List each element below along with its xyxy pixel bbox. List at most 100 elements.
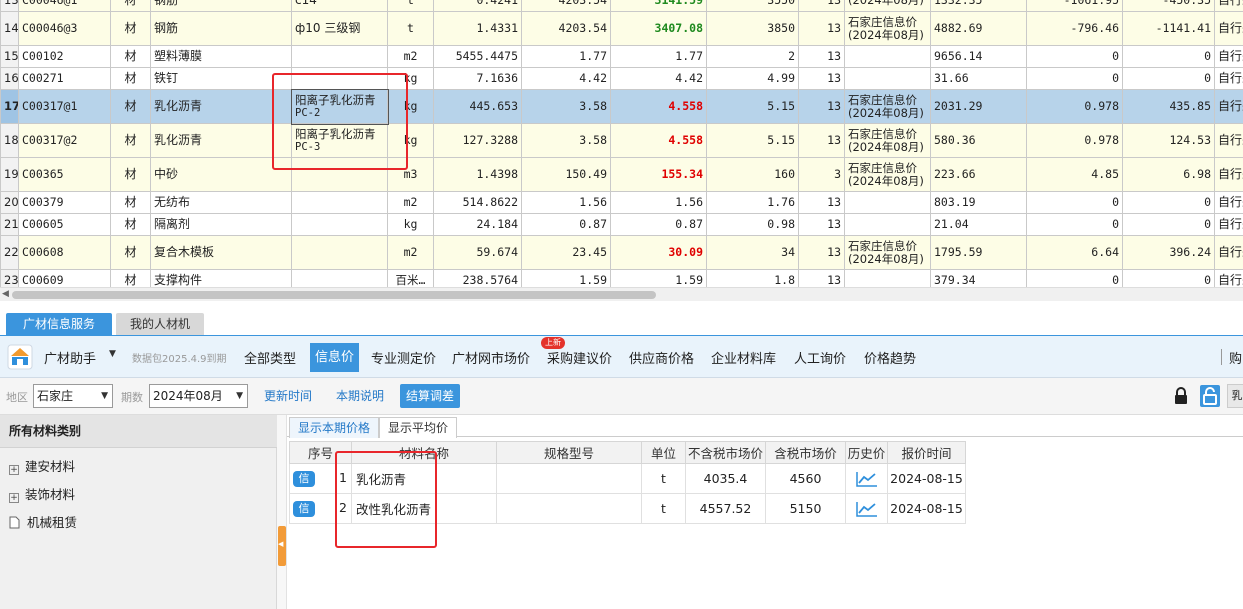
row-number[interactable]: 17	[0, 89, 19, 124]
market-total[interactable]: 9656.14	[930, 45, 1027, 68]
price-source[interactable]: (2024年08月)	[844, 0, 931, 12]
market-total[interactable]: 1332.35	[930, 0, 1027, 12]
tax-inclusive-price[interactable]: 0.98	[706, 213, 799, 236]
result-price-ex[interactable]: 4557.52	[685, 493, 766, 524]
difference-total[interactable]: 0	[1122, 45, 1215, 68]
material-quantity[interactable]: 1.4331	[433, 11, 522, 46]
material-code[interactable]: C00046@3	[18, 11, 111, 46]
material-code[interactable]: C00365	[18, 157, 111, 192]
market-price[interactable]: 1.56	[610, 191, 707, 214]
market-total[interactable]: 2031.29	[930, 89, 1027, 124]
price-difference[interactable]: 0	[1026, 213, 1123, 236]
material-code[interactable]: C00317@1	[18, 89, 111, 124]
material-unit[interactable]: 百米…	[387, 269, 434, 287]
material-code[interactable]: C00609	[18, 269, 111, 287]
market-price[interactable]: 4.42	[610, 67, 707, 90]
tax-rate[interactable]: 13	[798, 235, 845, 270]
price-difference[interactable]: 4.85	[1026, 157, 1123, 192]
material-quantity[interactable]: 5455.4475	[433, 45, 522, 68]
tax-rate[interactable]: 13	[798, 89, 845, 124]
table-row[interactable]: 22 C00608 材复合木模板 m2 59.674 23.45 30.09 34 13 石家庄信…	[0, 235, 1243, 270]
nav-purchase-price[interactable]: 采购建议价	[547, 348, 612, 367]
material-name[interactable]: 中砂	[150, 157, 292, 192]
table-row[interactable]: 21 C00605 材隔离剂 kg 24.184 0.87 0.87 0.98 13 21.04 0…	[0, 213, 1243, 236]
settle-adjust-button[interactable]: 结算调差	[400, 384, 461, 408]
tax-rate[interactable]: 13	[798, 67, 845, 90]
price-source[interactable]	[844, 67, 931, 90]
material-unit[interactable]: t	[387, 11, 434, 46]
brand-dropdown-icon[interactable]: ▼	[109, 349, 116, 359]
table-row[interactable]: 18 C00317@2 材乳化沥青 阳离子乳化沥青 PC-3 kg 127.3288 3.58…	[0, 123, 1243, 158]
difference-total[interactable]: 396.24	[1122, 235, 1215, 270]
material-type[interactable]: 材	[110, 191, 151, 214]
unlock-button[interactable]	[1200, 385, 1220, 407]
material-type[interactable]: 材	[110, 11, 151, 46]
price-difference[interactable]: -1061.95	[1026, 0, 1123, 12]
market-total[interactable]: 1795.59	[930, 235, 1027, 270]
tab-my-materials[interactable]: 我的人材机	[116, 313, 204, 335]
panel-splitter[interactable]	[277, 415, 287, 609]
material-quantity[interactable]: 445.653	[433, 89, 522, 124]
material-name[interactable]: 铁钉	[150, 67, 292, 90]
tab-material-info-service[interactable]: 广材信息服务	[6, 313, 112, 335]
tax-inclusive-price[interactable]: 5.15	[706, 89, 799, 124]
material-type[interactable]: 材	[110, 67, 151, 90]
material-quantity[interactable]: 0.4241	[433, 0, 522, 12]
buy-link[interactable]: 购	[1229, 348, 1242, 367]
price-source[interactable]: 石家庄信息价 (2024年08月)	[844, 235, 931, 270]
difference-total[interactable]: -1141.41	[1122, 11, 1215, 46]
table-row[interactable]: 14 C00046@3 材钢筋 ф10 三级钢 t 1.4331 4203.54 3407.0…	[0, 11, 1243, 46]
difference-total[interactable]: 435.85	[1122, 89, 1215, 124]
row-number[interactable]: 16	[0, 67, 19, 90]
price-source[interactable]	[844, 213, 931, 236]
supply-mode[interactable]: 自行采	[1214, 191, 1243, 214]
price-source[interactable]	[844, 191, 931, 214]
material-quantity[interactable]: 59.674	[433, 235, 522, 270]
material-type[interactable]: 材	[110, 0, 151, 12]
market-price[interactable]: 155.34	[610, 157, 707, 192]
material-name[interactable]: 钢筋	[150, 11, 292, 46]
budget-price[interactable]: 1.59	[521, 269, 611, 287]
nav-info-price[interactable]: 信息价	[310, 343, 360, 372]
market-price[interactable]: 1.59	[610, 269, 707, 287]
material-spec[interactable]	[291, 235, 388, 270]
row-number[interactable]: 19	[0, 157, 19, 192]
material-type[interactable]: 材	[110, 157, 151, 192]
material-name[interactable]: 塑料薄膜	[150, 45, 292, 68]
material-name[interactable]: 隔离剂	[150, 213, 292, 236]
tax-rate[interactable]: 13	[798, 269, 845, 287]
price-difference[interactable]: 0.978	[1026, 123, 1123, 158]
price-source[interactable]: 石家庄信息价 (2024年08月)	[844, 11, 931, 46]
material-code[interactable]: C00379	[18, 191, 111, 214]
market-price[interactable]: 30.09	[610, 235, 707, 270]
market-total[interactable]: 21.04	[930, 213, 1027, 236]
tax-rate[interactable]: 13	[798, 45, 845, 68]
price-difference[interactable]: 0	[1026, 191, 1123, 214]
table-row[interactable]: 15 C00102 材塑料薄膜 m2 5455.4475 1.77 1.77 2 13 9656.…	[0, 45, 1243, 68]
supply-mode[interactable]: 自行采	[1214, 213, 1243, 236]
material-name[interactable]: 乳化沥青	[150, 89, 292, 124]
budget-price[interactable]: 1.77	[521, 45, 611, 68]
tax-rate[interactable]: 13	[798, 191, 845, 214]
tax-rate[interactable]: 3	[798, 157, 845, 192]
market-price[interactable]: 0.87	[610, 213, 707, 236]
difference-total[interactable]: 0	[1122, 269, 1215, 287]
material-code[interactable]: C00608	[18, 235, 111, 270]
supply-mode[interactable]: 自行采	[1214, 157, 1243, 192]
supply-mode[interactable]: 自行采	[1214, 45, 1243, 68]
budget-price[interactable]: 4.42	[521, 67, 611, 90]
budget-price[interactable]: 150.49	[521, 157, 611, 192]
price-source[interactable]	[844, 269, 931, 287]
market-total[interactable]: 31.66	[930, 67, 1027, 90]
market-price[interactable]: 4.558	[610, 123, 707, 158]
market-total[interactable]: 379.34	[930, 269, 1027, 287]
price-source[interactable]: 石家庄信息价 (2024年08月)	[844, 89, 931, 124]
budget-price[interactable]: 1.56	[521, 191, 611, 214]
tax-inclusive-price[interactable]: 4.99	[706, 67, 799, 90]
assistant-brand[interactable]: 广材助手	[44, 348, 96, 367]
period-description-button[interactable]: 本期说明	[330, 384, 390, 408]
material-code[interactable]: C00271	[18, 67, 111, 90]
market-price[interactable]: 3407.08	[610, 11, 707, 46]
budget-price[interactable]: 3.58	[521, 89, 611, 124]
material-spec[interactable]: ф10 三级钢	[291, 11, 388, 46]
